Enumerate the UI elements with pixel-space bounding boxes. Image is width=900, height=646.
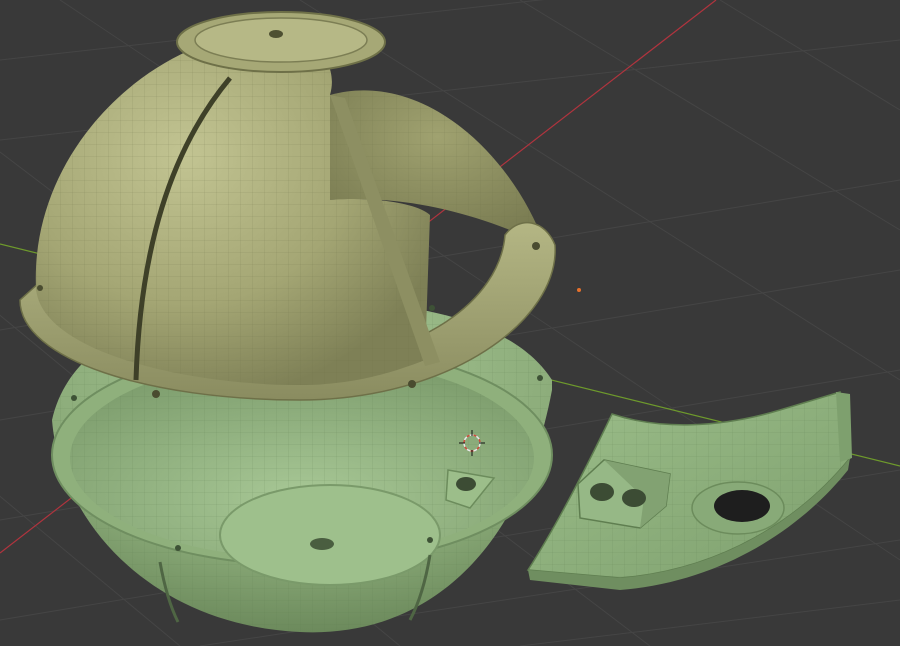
viewport-canvas[interactable] [0, 0, 900, 646]
dome-top-shell[interactable] [19, 11, 556, 401]
screw-hole [310, 538, 334, 550]
object-origin-dot[interactable] [577, 288, 581, 292]
top-hole [269, 30, 283, 38]
panel-hole [714, 490, 770, 522]
cut-panel-piece[interactable] [526, 391, 852, 590]
3d-viewport[interactable] [0, 0, 900, 646]
